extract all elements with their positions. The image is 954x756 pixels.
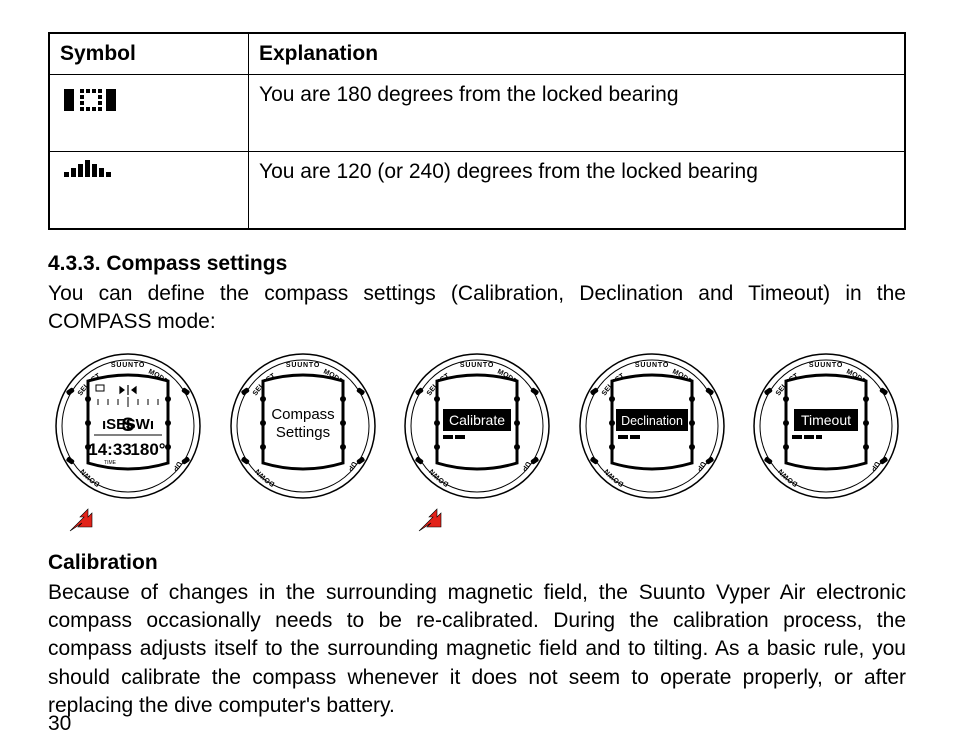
svg-text:SUUNTO: SUUNTO bbox=[809, 362, 843, 369]
symbol-table: Symbol Explanation You are 180 degrees f… bbox=[48, 32, 906, 230]
calibration-body: Because of changes in the surrounding ma… bbox=[48, 579, 906, 721]
svg-text:TIME: TIME bbox=[104, 460, 117, 466]
svg-text:SUUNTO: SUUNTO bbox=[634, 362, 668, 369]
press-arrow-icon bbox=[415, 507, 445, 535]
table-header-symbol: Symbol bbox=[49, 33, 249, 75]
explanation-120: You are 120 (or 240) degrees from the lo… bbox=[249, 152, 906, 230]
watch-calibrate: SUUNTO SELECT MODE DOWN UP bbox=[397, 351, 557, 501]
watch-settings-menu: SUUNTO SELECT MODE DOWN UP bbox=[223, 351, 383, 501]
svg-text:14:33: 14:33 bbox=[88, 440, 131, 459]
explanation-180: You are 180 degrees from the locked bear… bbox=[249, 75, 906, 152]
table-header-explanation: Explanation bbox=[249, 33, 906, 75]
svg-text:Declination: Declination bbox=[621, 414, 683, 428]
watch-timeout: SUUNTO SELECT MODE DOWN UP bbox=[746, 351, 906, 501]
svg-text:180°: 180° bbox=[130, 440, 165, 459]
svg-text:Timeout: Timeout bbox=[801, 412, 851, 428]
svg-text:Calibrate: Calibrate bbox=[449, 412, 505, 428]
section-heading: 4.3.3. Compass settings bbox=[48, 252, 906, 276]
watch-declination: SUUNTO SELECT MODE DOWN UP bbox=[572, 351, 732, 501]
press-arrow-icon bbox=[66, 507, 96, 535]
page-number: 30 bbox=[48, 712, 71, 736]
svg-text:Settings: Settings bbox=[275, 424, 329, 441]
watch-sequence: SUUNTO SELECT MODE DOWN UP bbox=[48, 351, 906, 535]
calibration-heading: Calibration bbox=[48, 551, 906, 575]
section-intro: You can define the compass settings (Cal… bbox=[48, 280, 906, 337]
svg-text:SUUNTO: SUUNTO bbox=[285, 362, 319, 369]
svg-text:SUUNTO: SUUNTO bbox=[460, 362, 494, 369]
watch-compass: SUUNTO SELECT MODE DOWN UP bbox=[48, 351, 208, 501]
symbol-180 bbox=[49, 75, 249, 152]
svg-text:SUUNTO: SUUNTO bbox=[111, 362, 145, 369]
symbol-120 bbox=[49, 152, 249, 230]
svg-text:ıSWı: ıSWı bbox=[121, 416, 154, 433]
svg-text:Compass: Compass bbox=[271, 406, 334, 423]
